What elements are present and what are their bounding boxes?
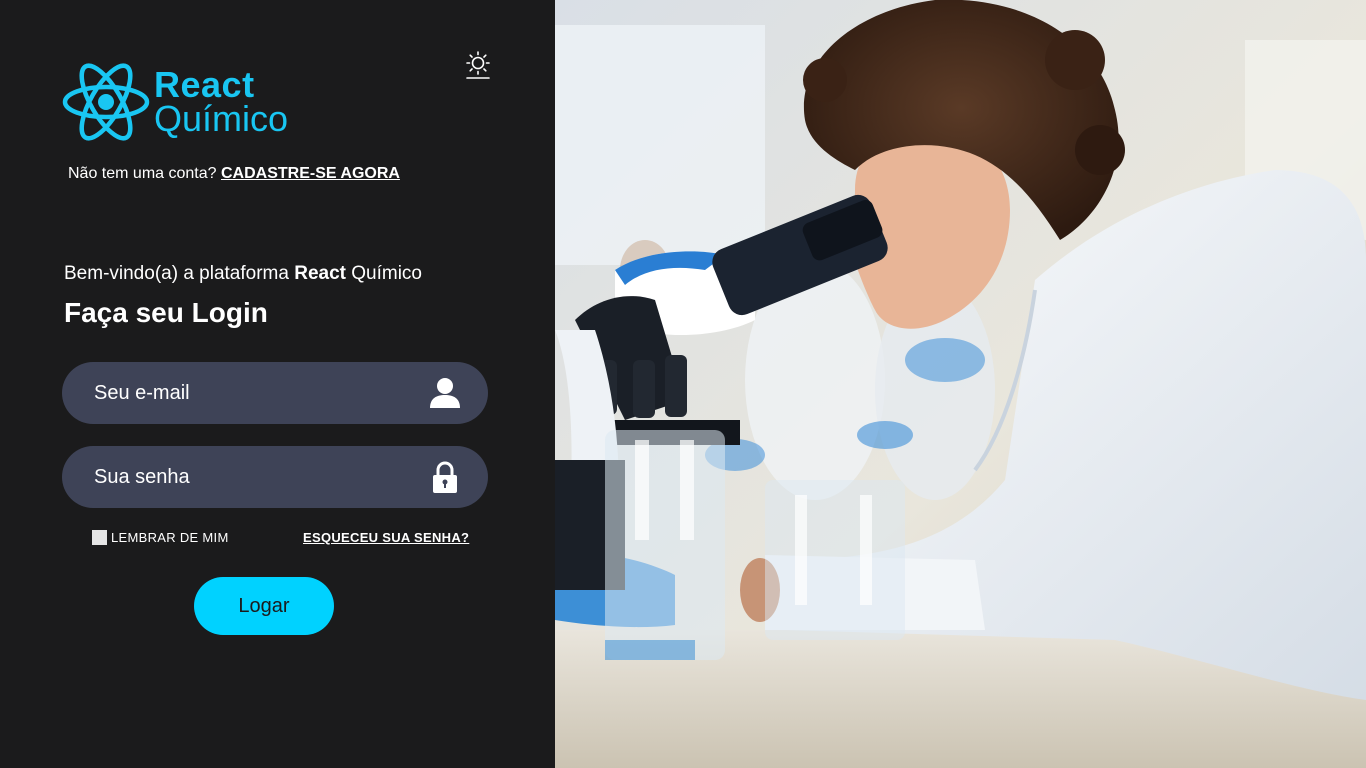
signup-link[interactable]: CADASTRE-SE AGORA [221, 165, 400, 182]
hero-illustration [555, 0, 1366, 768]
signup-prompt: Não tem uma conta? CADASTRE-SE AGORA [68, 165, 400, 183]
theme-toggle-button[interactable] [465, 50, 491, 80]
welcome-brand-rest: Químico [351, 263, 422, 284]
page-title: Faça seu Login [64, 297, 268, 328]
react-atom-icon [62, 63, 150, 141]
signup-prompt-text: Não tem uma conta? [68, 165, 217, 182]
brand-name-line2: Químico [154, 98, 289, 139]
remember-me-checkbox[interactable] [92, 530, 107, 545]
email-input[interactable] [92, 380, 396, 406]
remember-me-label: LEMBRAR DE MIM [111, 530, 229, 545]
welcome-prefix: Bem-vindo(a) a plataforma [64, 263, 289, 284]
brand-logo: React Químico [62, 60, 288, 144]
email-field[interactable] [62, 362, 488, 424]
scientist-microscope-photo [555, 0, 1366, 768]
welcome-text: Bem-vindo(a) a plataforma React Químico [64, 263, 422, 285]
brand-name: React Químico [154, 67, 288, 137]
user-icon [430, 378, 460, 408]
forgot-password-link[interactable]: ESQUECEU SUA SENHA? [303, 530, 469, 545]
login-panel: React Químico Não tem uma conta? CADASTR… [0, 0, 555, 768]
welcome-brand-bold: React [294, 263, 346, 284]
login-button[interactable]: Logar [194, 577, 334, 635]
lock-icon [433, 461, 457, 493]
password-field[interactable] [62, 446, 488, 508]
remember-me[interactable]: LEMBRAR DE MIM [92, 530, 229, 545]
sun-icon [466, 51, 490, 79]
password-input[interactable] [92, 464, 396, 490]
